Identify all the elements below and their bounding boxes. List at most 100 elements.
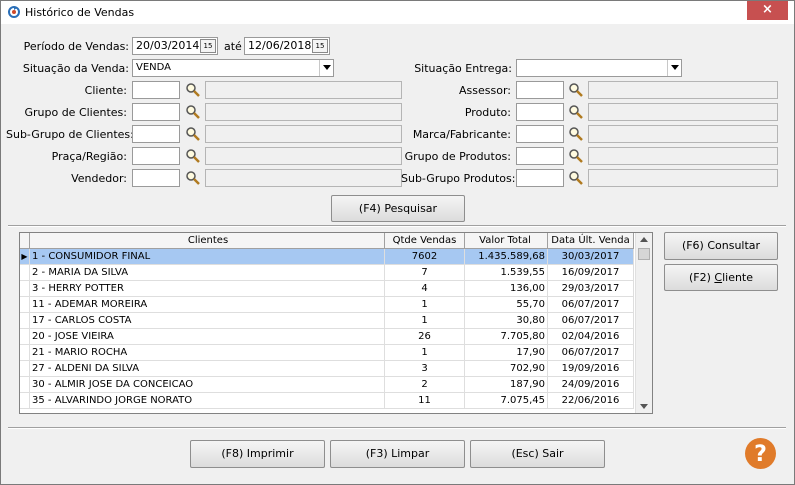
row-indicator <box>20 313 30 329</box>
vendedor-code-input[interactable] <box>132 169 180 187</box>
help-button[interactable]: ? <box>744 437 777 470</box>
cell-cliente: 11 - ADEMAR MOREIRA <box>30 297 385 313</box>
cell-valor: 1.435.589,68 <box>465 249 548 265</box>
separator <box>8 225 786 227</box>
praca-regiao-desc-field <box>205 147 402 165</box>
produto-desc-field <box>588 103 778 121</box>
search-icon[interactable] <box>185 148 201 164</box>
search-icon[interactable] <box>185 82 201 98</box>
search-icon[interactable] <box>568 82 584 98</box>
search-icon[interactable] <box>568 126 584 142</box>
search-icon[interactable] <box>185 170 201 186</box>
cell-valor: 187,90 <box>465 377 548 393</box>
vendas-table[interactable]: Clientes Qtde Vendas Valor Total Data Úl… <box>19 232 653 414</box>
grupo-clientes-code-input[interactable] <box>132 103 180 121</box>
scroll-down-arrow-icon[interactable] <box>640 404 648 409</box>
limpar-button[interactable]: (F3) Limpar <box>330 440 465 468</box>
table-row[interactable]: 35 - ALVARINDO JORGE NORATO 11 7.075,45 … <box>20 393 634 409</box>
cell-valor: 7.075,45 <box>465 393 548 409</box>
search-icon[interactable] <box>568 104 584 120</box>
scrollbar-thumb[interactable] <box>638 248 650 260</box>
sair-button[interactable]: (Esc) Sair <box>470 440 605 468</box>
historico-vendas-window: Histórico de Vendas × Período de Vendas:… <box>0 0 795 485</box>
situacao-venda-value: VENDA <box>136 62 172 73</box>
search-icon[interactable] <box>568 170 584 186</box>
situacao-venda-select[interactable]: VENDA <box>132 59 334 77</box>
marca-fabricante-desc-field <box>588 125 778 143</box>
produto-code-input[interactable] <box>516 103 564 121</box>
table-row[interactable]: 20 - JOSE VIEIRA 26 7.705,80 02/04/2016 <box>20 329 634 345</box>
table-vertical-scrollbar[interactable] <box>635 233 652 413</box>
date-from-field[interactable]: 20/03/2014 15 <box>132 37 218 55</box>
sub-grupo-clientes-code-input[interactable] <box>132 125 180 143</box>
date-to-calendar-icon[interactable]: 15 <box>312 39 328 53</box>
situacao-venda-label: Situação da Venda: <box>22 62 129 75</box>
cliente-button[interactable]: (F2) Cliente <box>664 264 778 291</box>
row-indicator <box>20 345 30 361</box>
sub-grupo-produtos-label: Sub-Grupo Produtos: <box>401 172 516 185</box>
col-clientes[interactable]: Clientes <box>30 233 385 249</box>
table-row[interactable]: ▶ 1 - CONSUMIDOR FINAL 7602 1.435.589,68… <box>20 249 634 265</box>
grupo-produtos-label: Grupo de Produtos: <box>404 150 511 163</box>
table-row[interactable]: 27 - ALDENI DA SILVA 3 702,90 19/09/2016 <box>20 361 634 377</box>
help-question-icon: ? <box>745 438 776 469</box>
situacao-entrega-select[interactable] <box>516 59 682 77</box>
cell-data: 06/07/2017 <box>548 297 634 313</box>
cell-cliente: 27 - ALDENI DA SILVA <box>30 361 385 377</box>
cell-cliente: 30 - ALMIR JOSE DA CONCEICAO <box>30 377 385 393</box>
pesquisar-button[interactable]: (F4) Pesquisar <box>331 195 465 222</box>
table-header: Clientes Qtde Vendas Valor Total Data Úl… <box>20 233 634 249</box>
cell-qtde: 11 <box>385 393 465 409</box>
search-icon[interactable] <box>185 104 201 120</box>
date-from-value: 20/03/2014 <box>136 39 200 52</box>
col-data-ult-venda[interactable]: Data Últ. Venda <box>548 233 634 249</box>
cell-qtde: 2 <box>385 377 465 393</box>
cell-data: 16/09/2017 <box>548 265 634 281</box>
cell-valor: 1.539,55 <box>465 265 548 281</box>
cliente-label: Cliente: <box>84 84 127 97</box>
cell-qtde: 7 <box>385 265 465 281</box>
grupo-clientes-label: Grupo de Clientes: <box>24 106 127 119</box>
date-from-calendar-icon[interactable]: 15 <box>200 39 216 53</box>
cliente-code-input[interactable] <box>132 81 180 99</box>
cell-data: 22/06/2016 <box>548 393 634 409</box>
cell-cliente: 17 - CARLOS COSTA <box>30 313 385 329</box>
chevron-down-icon[interactable] <box>319 60 333 76</box>
periodo-label: Período de Vendas: <box>23 40 129 53</box>
search-icon[interactable] <box>185 126 201 142</box>
praca-regiao-code-input[interactable] <box>132 147 180 165</box>
imprimir-button[interactable]: (F8) Imprimir <box>190 440 325 468</box>
sub-grupo-produtos-code-input[interactable] <box>516 169 564 187</box>
search-icon[interactable] <box>568 148 584 164</box>
table-row[interactable]: 11 - ADEMAR MOREIRA 1 55,70 06/07/2017 <box>20 297 634 313</box>
col-valor-total[interactable]: Valor Total <box>465 233 548 249</box>
grupo-produtos-code-input[interactable] <box>516 147 564 165</box>
cliente-button-accel: C <box>714 271 723 284</box>
grupo-clientes-desc-field <box>205 103 402 121</box>
marca-fabricante-code-input[interactable] <box>516 125 564 143</box>
date-to-field[interactable]: 12/06/2018 15 <box>244 37 330 55</box>
sub-grupo-clientes-label: Sub-Grupo de Clientes: <box>6 128 134 141</box>
row-indicator <box>20 329 30 345</box>
table-row[interactable]: 17 - CARLOS COSTA 1 30,80 06/07/2017 <box>20 313 634 329</box>
table-row[interactable]: 2 - MARIA DA SILVA 7 1.539,55 16/09/2017 <box>20 265 634 281</box>
consultar-button[interactable]: (F6) Consultar <box>664 232 778 260</box>
cell-data: 30/03/2017 <box>548 249 634 265</box>
cell-valor: 702,90 <box>465 361 548 377</box>
close-button[interactable]: × <box>747 1 788 20</box>
table-row[interactable]: 30 - ALMIR JOSE DA CONCEICAO 2 187,90 24… <box>20 377 634 393</box>
assessor-code-input[interactable] <box>516 81 564 99</box>
scroll-up-arrow-icon[interactable] <box>640 237 648 242</box>
title-bar[interactable]: Histórico de Vendas × <box>1 1 794 24</box>
window-title: Histórico de Vendas <box>25 6 135 19</box>
cell-qtde: 1 <box>385 313 465 329</box>
cell-cliente: 20 - JOSE VIEIRA <box>30 329 385 345</box>
cell-cliente: 2 - MARIA DA SILVA <box>30 265 385 281</box>
grupo-produtos-desc-field <box>588 147 778 165</box>
cell-data: 19/09/2016 <box>548 361 634 377</box>
assessor-label: Assessor: <box>459 84 511 97</box>
table-row[interactable]: 21 - MARIO ROCHA 1 17,90 06/07/2017 <box>20 345 634 361</box>
col-qtde-vendas[interactable]: Qtde Vendas <box>385 233 465 249</box>
table-row[interactable]: 3 - HERRY POTTER 4 136,00 29/03/2017 <box>20 281 634 297</box>
chevron-down-icon[interactable] <box>667 60 681 76</box>
